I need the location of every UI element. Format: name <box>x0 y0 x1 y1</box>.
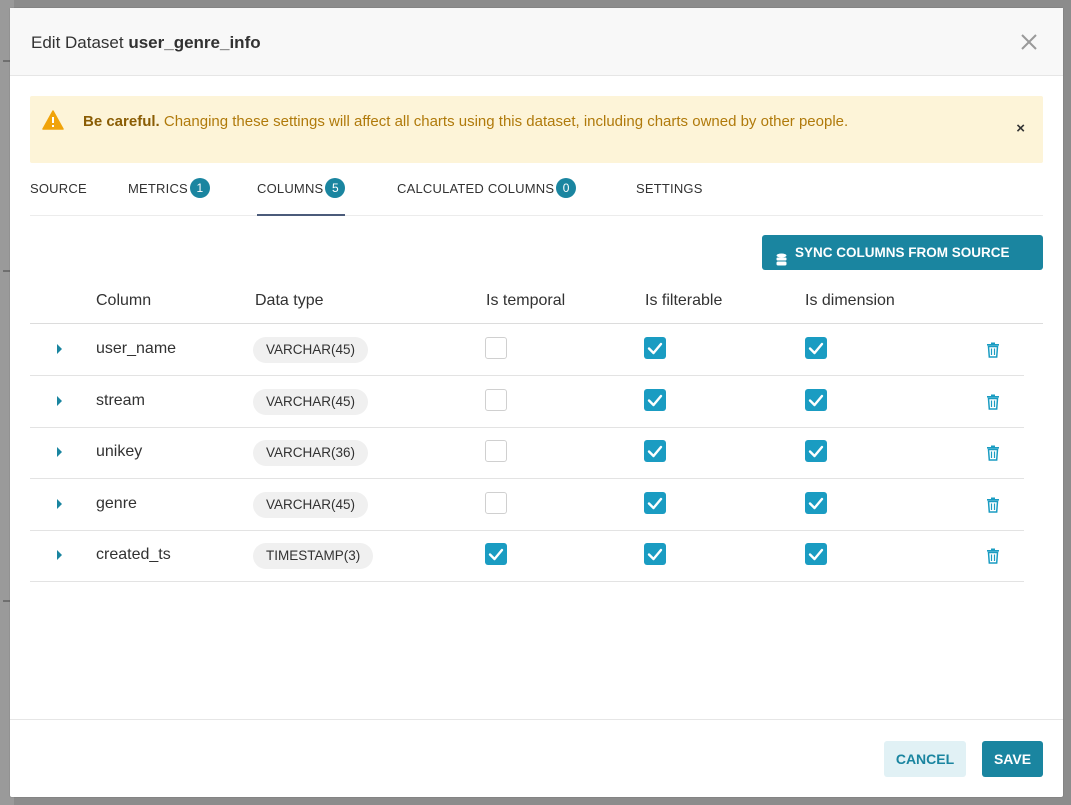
header-data-type: Data type <box>255 292 324 309</box>
column-name: user_name <box>96 340 177 357</box>
alert-text: Be careful. Changing these settings will… <box>83 109 963 134</box>
header-is-temporal: Is temporal <box>486 292 566 309</box>
is-filterable-checkbox[interactable] <box>644 491 666 514</box>
alert-message: Changing these settings will affect all … <box>163 113 849 130</box>
is-filterable-checkbox[interactable] <box>644 388 666 411</box>
tab-label: CALCULATED COLUMNS <box>397 181 555 196</box>
tab-metrics[interactable]: METRICS 1 <box>128 171 210 216</box>
is-dimension-checkbox[interactable] <box>805 491 827 514</box>
header-is-dimension: Is dimension <box>805 292 895 309</box>
is-dimension-checkbox[interactable] <box>805 440 827 462</box>
sync-columns-label: SYNC COLUMNS FROM SOURCE <box>795 245 1010 260</box>
is-filterable-checkbox[interactable] <box>644 337 666 359</box>
warning-alert: Be careful. Changing these settings will… <box>30 96 1043 163</box>
column-name: created_ts <box>96 546 171 563</box>
tab-count-badge: 1 <box>189 177 210 198</box>
alert-strong: Be careful. <box>83 113 160 130</box>
dataset-name: user_genre_info <box>128 33 261 52</box>
tab-label: SETTINGS <box>636 181 703 196</box>
trash-icon[interactable] <box>986 394 1000 410</box>
tab-settings[interactable]: SETTINGS <box>636 171 703 216</box>
data-type-tag: VARCHAR(36) <box>253 440 369 466</box>
is-dimension-checkbox[interactable] <box>805 543 827 565</box>
database-icon <box>776 245 787 266</box>
is-dimension-checkbox[interactable] <box>805 388 827 411</box>
modal-header: Edit Dataset user_genre_info <box>10 8 1063 76</box>
expand-caret-icon[interactable] <box>57 395 62 406</box>
trash-icon[interactable] <box>986 497 1000 513</box>
tab-source[interactable]: SOURCE <box>30 171 87 216</box>
header-is-filterable: Is filterable <box>645 292 723 309</box>
is-temporal-checkbox[interactable] <box>485 337 507 359</box>
save-button[interactable]: SAVE <box>982 741 1043 777</box>
tab-count-badge: 0 <box>556 177 577 198</box>
table-row: user_name VARCHAR(45) <box>30 324 1024 376</box>
sync-columns-button[interactable]: SYNC COLUMNS FROM SOURCE <box>762 235 1043 270</box>
is-temporal-checkbox[interactable] <box>485 491 507 514</box>
is-temporal-checkbox[interactable] <box>485 543 507 565</box>
alert-close-icon[interactable]: × <box>1016 120 1025 137</box>
modal-title-prefix: Edit Dataset <box>31 33 124 52</box>
table-row: created_ts TIMESTAMP(3) <box>30 530 1024 582</box>
column-name: genre <box>96 494 137 512</box>
data-type-tag: TIMESTAMP(3) <box>253 543 374 569</box>
cancel-button[interactable]: CANCEL <box>884 741 966 777</box>
is-temporal-checkbox[interactable] <box>485 388 507 411</box>
is-temporal-checkbox[interactable] <box>485 440 507 462</box>
trash-icon[interactable] <box>986 548 1000 564</box>
edit-dataset-modal: Edit Dataset user_genre_info Be careful.… <box>10 8 1063 797</box>
modal-title: Edit Dataset user_genre_info <box>31 33 261 53</box>
tab-label: METRICS <box>128 181 188 196</box>
tab-columns[interactable]: COLUMNS 5 <box>257 171 346 216</box>
trash-icon[interactable] <box>986 445 1000 461</box>
tab-calculated-columns[interactable]: CALCULATED COLUMNS 0 <box>397 171 577 216</box>
tab-label: SOURCE <box>30 181 87 196</box>
expand-caret-icon[interactable] <box>57 344 62 354</box>
data-type-tag: VARCHAR(45) <box>253 337 369 363</box>
is-filterable-checkbox[interactable] <box>644 543 666 565</box>
table-row: stream VARCHAR(45) <box>30 376 1024 428</box>
expand-caret-icon[interactable] <box>57 498 62 509</box>
expand-caret-icon[interactable] <box>57 550 62 560</box>
data-type-tag: VARCHAR(45) <box>253 388 369 415</box>
header-column: Column <box>96 292 152 309</box>
warning-icon <box>42 110 64 130</box>
tab-count-badge: 5 <box>325 177 346 198</box>
close-icon[interactable] <box>1017 30 1041 54</box>
data-type-tag: VARCHAR(45) <box>253 491 369 518</box>
expand-caret-icon[interactable] <box>57 447 62 457</box>
tab-bar: SOURCE METRICS 1 COLUMNS 5 CALCULATED COLU… <box>30 171 1043 216</box>
table-header: Column Data type Is temporal Is filterab… <box>30 278 1043 324</box>
column-name: unikey <box>96 443 143 460</box>
tab-label: COLUMNS <box>257 181 324 196</box>
column-name: stream <box>96 391 145 409</box>
table-row: genre VARCHAR(45) <box>30 479 1024 531</box>
is-filterable-checkbox[interactable] <box>644 440 666 462</box>
trash-icon[interactable] <box>986 342 1000 358</box>
modal-footer: CANCEL SAVE <box>10 719 1063 797</box>
table-row: unikey VARCHAR(36) <box>30 427 1024 479</box>
is-dimension-checkbox[interactable] <box>805 337 827 359</box>
